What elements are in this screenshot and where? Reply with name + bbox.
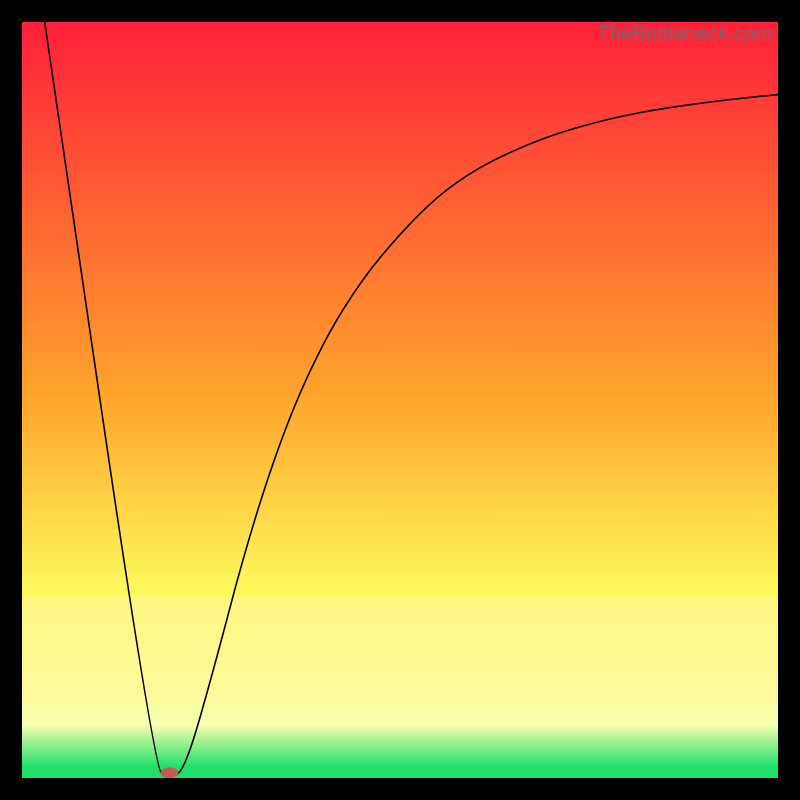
- bottleneck-chart: [22, 22, 778, 778]
- highlight-stripes: [22, 597, 778, 703]
- optimal-point-marker: [160, 767, 178, 778]
- chart-frame: TheBottleneck.com: [22, 22, 778, 778]
- watermark-text: TheBottleneck.com: [597, 23, 772, 46]
